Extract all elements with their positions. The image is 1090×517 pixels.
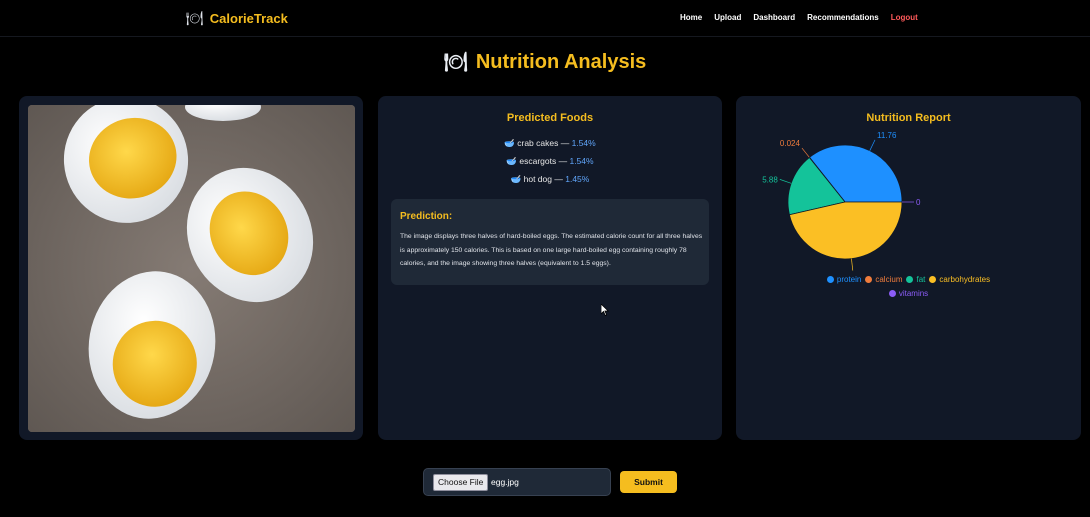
legend-label: protein	[836, 275, 862, 284]
legend-item-protein[interactable]: protein	[826, 273, 862, 287]
legend-item-carbohydrates[interactable]: carbohydrates	[929, 273, 990, 287]
nutrition-report-card: Nutrition Report 11.760.0245.8815.290 pr…	[736, 96, 1081, 440]
prediction-text: The image displays three halves of hard-…	[400, 233, 703, 268]
nav-recommendations-link[interactable]: Recommendations	[807, 13, 879, 22]
nav-links: Home Upload Dashboard Recommendations Lo…	[680, 13, 918, 22]
page-title-text: Nutrition Analysis	[475, 51, 647, 73]
bowl-icon: 🥣	[506, 156, 517, 166]
predicted-foods-card: Predicted Foods 🥣 crab cakes — 1.54% 🥣 e…	[378, 96, 722, 440]
page-title: 🍽 Nutrition Analysis	[0, 50, 1090, 74]
food-image-card	[19, 96, 363, 440]
bowl-icon: 🥣	[510, 174, 522, 184]
plate-icon: 🍽	[443, 52, 468, 73]
pie-data-label: 11.76	[877, 131, 897, 140]
list-item: 🥣 crab cakes — 1.54%	[504, 138, 596, 148]
prediction-box: Prediction: The image displays three hal…	[391, 199, 709, 285]
list-item: 🥣 escargots — 1.54%	[506, 156, 594, 166]
legend-label: carbohydrates	[939, 275, 991, 284]
pie-label-line	[869, 139, 876, 151]
legend-item-calcium[interactable]: calcium	[865, 273, 902, 287]
submit-button[interactable]: Submit	[620, 471, 677, 493]
pie-slice-carbohydrates[interactable]	[788, 201, 903, 260]
legend-label: vitamins	[898, 289, 929, 298]
food-percent: 1.54%	[569, 156, 594, 166]
nav-dashboard-link[interactable]: Dashboard	[753, 13, 795, 22]
plate-icon: 🍽	[186, 10, 204, 26]
pie-label-line	[801, 147, 810, 158]
mouse-cursor-icon	[601, 304, 609, 316]
pie-label-line	[779, 179, 792, 184]
legend-label: calcium	[875, 275, 903, 284]
brand-name: CalorieTrack	[209, 11, 288, 26]
food-name: escargots	[519, 156, 557, 166]
file-name: egg.jpg	[491, 477, 519, 487]
bowl-icon: 🥣	[504, 138, 515, 148]
legend-dot-icon	[929, 276, 937, 283]
food-percent: 1.45%	[565, 174, 590, 184]
list-item: 🥣 hot dog — 1.45%	[510, 174, 590, 184]
chart-legend: protein calcium fat carbohydrates vitamins	[736, 273, 1081, 301]
legend-dot-icon	[826, 276, 834, 283]
predicted-foods-title: Predicted Foods	[506, 112, 594, 124]
legend-dot-icon	[906, 276, 914, 283]
legend-item-vitamins[interactable]: vitamins	[888, 287, 929, 301]
food-list: 🥣 crab cakes — 1.54% 🥣 escargots — 1.54%…	[378, 137, 722, 191]
nutrition-pie-chart: 11.760.0245.8815.290	[762, 131, 921, 271]
legend-dot-icon	[888, 290, 896, 297]
brand[interactable]: 🍽 CalorieTrack	[186, 10, 288, 27]
food-percent: 1.54%	[571, 138, 596, 148]
legend-row: protein calcium fat carbohydrates	[736, 273, 1081, 287]
prediction-label: Prediction:	[400, 211, 453, 222]
nav-logout-link[interactable]: Logout	[891, 13, 918, 22]
navbar: 🍽 CalorieTrack Home Upload Dashboard Rec…	[0, 0, 1090, 37]
food-name: crab cakes	[517, 138, 559, 148]
pie-data-label: 0	[916, 198, 921, 207]
pie-label-line	[851, 258, 854, 271]
legend-item-fat[interactable]: fat	[906, 273, 925, 287]
choose-file-button[interactable]: Choose File	[433, 474, 489, 491]
pie-data-label: 0.024	[780, 139, 801, 148]
legend-dot-icon	[865, 276, 873, 283]
pie-data-label: 5.88	[762, 175, 778, 184]
file-input[interactable]: Choose File egg.jpg	[423, 468, 611, 496]
food-name: hot dog	[523, 174, 552, 184]
egg-photo	[28, 105, 355, 432]
nav-home-link[interactable]: Home	[680, 13, 702, 22]
nav-upload-link[interactable]: Upload	[714, 13, 741, 22]
legend-row: vitamins	[736, 287, 1081, 301]
legend-label: fat	[916, 275, 926, 284]
food-image	[28, 105, 355, 432]
